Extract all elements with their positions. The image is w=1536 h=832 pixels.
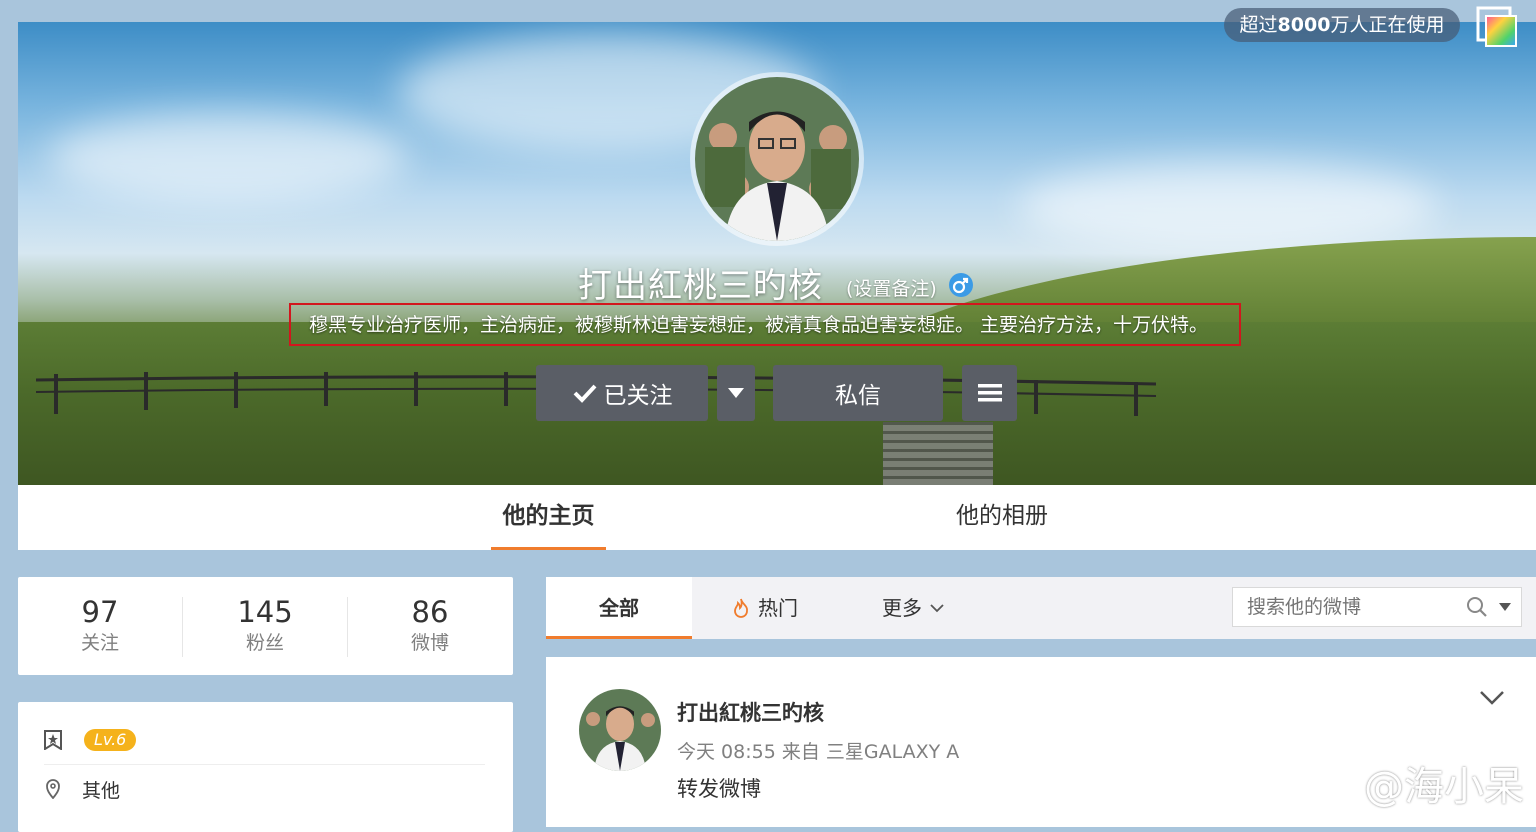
watermark-text: @海小呆 [1364, 764, 1524, 810]
badge-count: 8000 [1277, 14, 1331, 36]
feed-tab-bar: 全部 热门 更多 [546, 577, 1536, 639]
level-badge[interactable]: Lv.6 [84, 729, 137, 751]
checkmark-icon [573, 384, 596, 403]
stat-following[interactable]: 97 关注 [18, 595, 182, 657]
post-search-box [1232, 587, 1522, 627]
user-count-badge[interactable]: 超过8000万人正在使用 [1224, 8, 1460, 42]
message-label: 私信 [835, 383, 881, 409]
stat-following-label: 关注 [80, 632, 119, 654]
location-text: 其他 [82, 779, 121, 802]
badge-prefix: 超过 [1239, 14, 1278, 36]
post-author-name[interactable]: 打出紅桃三旳核 [677, 697, 824, 727]
feed-tab-more-label: 更多 [882, 596, 922, 620]
flame-icon [734, 598, 748, 618]
profile-avatar[interactable] [695, 77, 859, 241]
location-pin-icon [46, 779, 60, 799]
stat-followers-label: 粉丝 [245, 632, 284, 654]
tab-album[interactable]: 他的相册 [956, 485, 1048, 550]
stats-panel: 97 关注 145 粉丝 86 微博 [18, 577, 513, 675]
stat-posts[interactable]: 86 微博 [348, 595, 512, 657]
post-text: 转发微博 [677, 777, 761, 801]
follow-dropdown-button[interactable] [717, 365, 755, 421]
more-menu-button[interactable] [962, 365, 1017, 421]
set-remark-link[interactable]: (设置备注) [846, 274, 937, 301]
level-row: Lv.6 [44, 716, 485, 764]
feed-tab-hot[interactable]: 热门 [732, 577, 798, 639]
stat-posts-count: 86 [411, 595, 449, 629]
stat-followers[interactable]: 145 粉丝 [183, 595, 347, 657]
profile-tab-bar: 他的主页 他的相册 [18, 485, 1536, 550]
location-row: 其他 [44, 764, 485, 813]
male-gender-icon [949, 273, 973, 297]
post-options-chevron-icon[interactable] [1478, 685, 1506, 709]
stat-posts-label: 微博 [410, 632, 449, 654]
stat-followers-count: 145 [237, 595, 293, 629]
search-icon[interactable] [1465, 595, 1489, 619]
post-meta: 今天 08:55 来自 三星GALAXY A [677, 741, 960, 763]
app-grid-icon[interactable] [1476, 6, 1520, 50]
feed-tab-hot-label: 热门 [758, 596, 798, 620]
feed-tab-more[interactable]: 更多 [882, 577, 944, 639]
watermark: @海小呆 [1296, 754, 1524, 812]
private-message-button[interactable]: 私信 [773, 365, 943, 421]
search-options-caret-icon[interactable] [1499, 603, 1511, 611]
following-label: 已关注 [603, 383, 673, 409]
tab-home[interactable]: 他的主页 [491, 485, 606, 550]
post-search-input[interactable] [1233, 595, 1459, 619]
following-button[interactable]: 已关注 [536, 365, 708, 421]
profile-bio: 穆黑专业治疗医师，主治病症，被穆斯林迫害妄想症，被清真食品迫害妄想症。 主要治疗… [289, 303, 1241, 346]
info-panel: Lv.6 其他 [18, 702, 513, 832]
profile-username: 打出紅桃三旳核 [578, 266, 823, 306]
chevron-down-icon [930, 603, 944, 612]
hamburger-icon [977, 384, 1002, 402]
feed-tab-all[interactable]: 全部 [546, 577, 692, 639]
weibo-logo-icon [1298, 762, 1354, 805]
caret-down-icon [728, 388, 744, 398]
badge-suffix: 万人正在使用 [1330, 14, 1445, 36]
bookmark-star-icon [44, 730, 62, 750]
stat-following-count: 97 [81, 595, 119, 629]
post-author-avatar[interactable] [579, 689, 661, 771]
